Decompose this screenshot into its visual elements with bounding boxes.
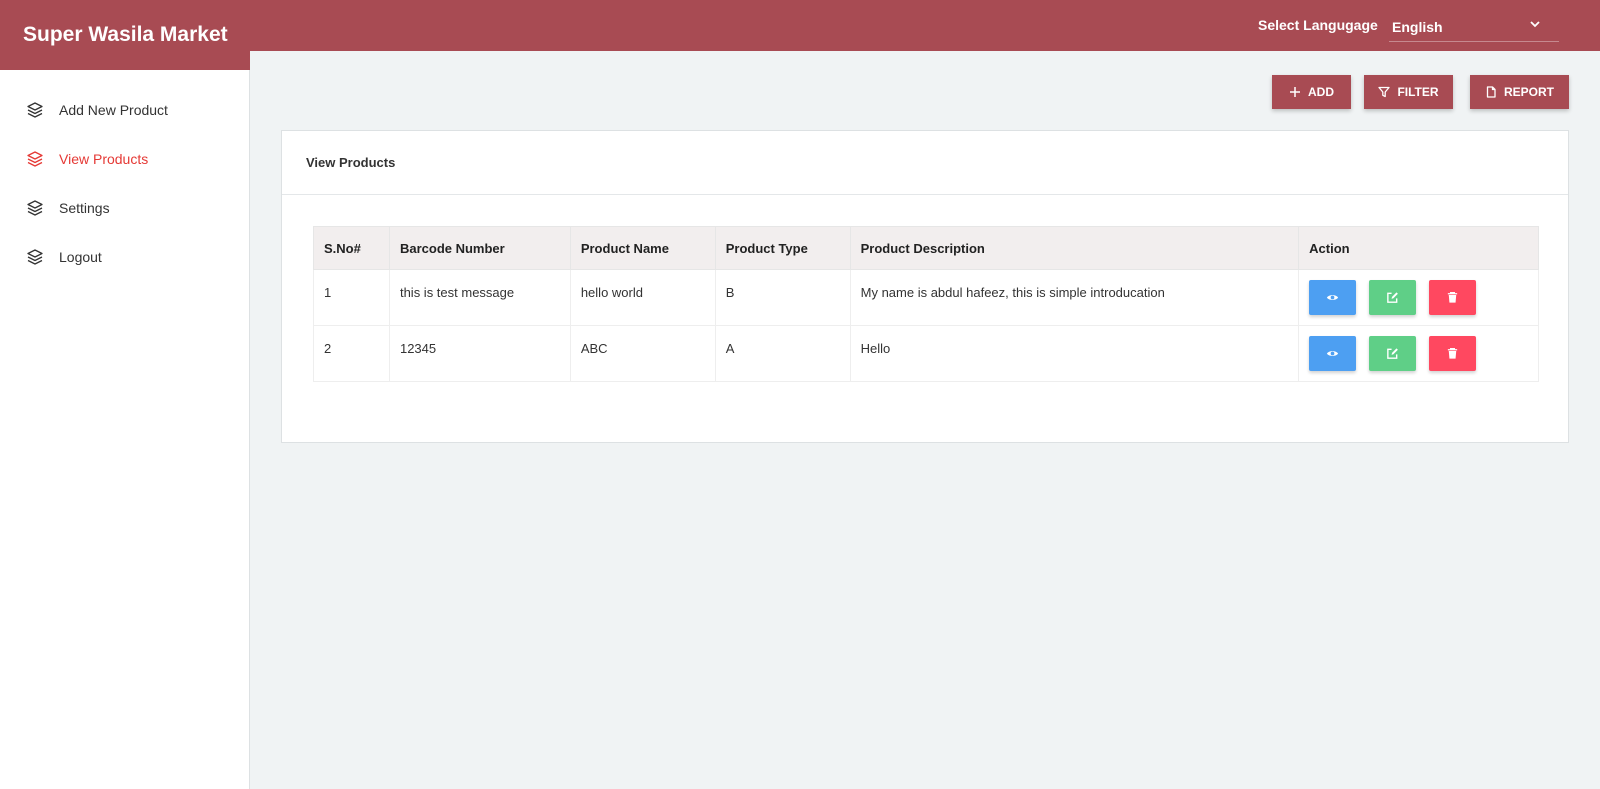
language-select[interactable]: English (1389, 10, 1559, 42)
sidebar-item-settings[interactable]: Settings (26, 196, 110, 220)
column-header-barcode: Barcode Number (388, 226, 571, 270)
cell-actions (1298, 269, 1539, 326)
card-title: View Products (282, 131, 1568, 195)
column-header-name: Product Name (569, 226, 716, 270)
sidebar-item-add-new-product[interactable]: Add New Product (26, 98, 168, 122)
cell-sno: 2 (313, 325, 390, 382)
chevron-down-icon (1530, 21, 1540, 28)
delete-button[interactable] (1429, 336, 1477, 371)
table-header-row: S.No# Barcode Number Product Name Produc… (313, 226, 1539, 270)
sidebar-item-logout[interactable]: Logout (26, 245, 102, 269)
cell-sno: 1 (313, 269, 390, 326)
filter-icon (1378, 86, 1391, 98)
plus-icon (1290, 87, 1300, 97)
table-row: 1 this is test message hello world B My … (313, 269, 1539, 326)
table-row: 2 12345 ABC A Hello (313, 325, 1539, 382)
layers-icon (27, 151, 43, 167)
layers-icon (27, 249, 43, 265)
column-header-action: Action (1298, 226, 1539, 270)
edit-icon (1387, 348, 1399, 359)
cell-type: A (714, 325, 851, 382)
cell-barcode: 12345 (388, 325, 571, 382)
report-button[interactable]: REPORT (1470, 75, 1569, 109)
add-button-label: ADD (1308, 85, 1334, 99)
top-bar: Select Langugage English (250, 0, 1600, 51)
trash-icon (1448, 292, 1458, 303)
edit-button[interactable] (1369, 280, 1417, 315)
cell-description: Hello (849, 325, 1300, 382)
delete-button[interactable] (1429, 280, 1477, 315)
sidebar-item-label: View Products (59, 151, 149, 167)
products-card: View Products S.No# Barcode Number Produ… (281, 130, 1569, 443)
language-value: English (1392, 19, 1443, 35)
layers-icon (27, 200, 43, 216)
trash-icon (1448, 348, 1458, 359)
document-icon (1486, 86, 1496, 98)
cell-actions (1298, 325, 1539, 382)
eye-icon (1327, 295, 1339, 300)
sidebar-item-view-products[interactable]: View Products (26, 147, 148, 171)
report-button-label: REPORT (1503, 85, 1554, 99)
filter-button[interactable]: FILTER (1364, 75, 1453, 109)
products-table: S.No# Barcode Number Product Name Produc… (313, 226, 1539, 382)
sidebar-item-label: Add New Product (59, 102, 168, 118)
language-label: Select Langugage (1258, 17, 1378, 33)
column-header-type: Product Type (714, 226, 851, 270)
cell-description: My name is abdul hafeez, this is simple … (849, 269, 1300, 326)
eye-icon (1327, 351, 1339, 356)
cell-type: B (714, 269, 851, 326)
filter-button-label: FILTER (1397, 85, 1439, 99)
sidebar: Add New Product View Products Settings L… (0, 70, 250, 789)
edit-icon (1387, 292, 1399, 303)
view-button[interactable] (1309, 336, 1357, 371)
app-title: Super Wasila Market (0, 0, 250, 70)
column-header-sno: S.No# (313, 226, 390, 270)
add-button[interactable]: ADD (1272, 75, 1351, 109)
cell-name: hello world (569, 269, 716, 326)
cell-barcode: this is test message (388, 269, 571, 326)
view-button[interactable] (1309, 280, 1357, 315)
sidebar-item-label: Settings (59, 200, 110, 216)
edit-button[interactable] (1369, 336, 1417, 371)
column-header-description: Product Description (849, 226, 1300, 270)
layers-icon (27, 102, 43, 118)
sidebar-item-label: Logout (59, 249, 102, 265)
cell-name: ABC (569, 325, 716, 382)
